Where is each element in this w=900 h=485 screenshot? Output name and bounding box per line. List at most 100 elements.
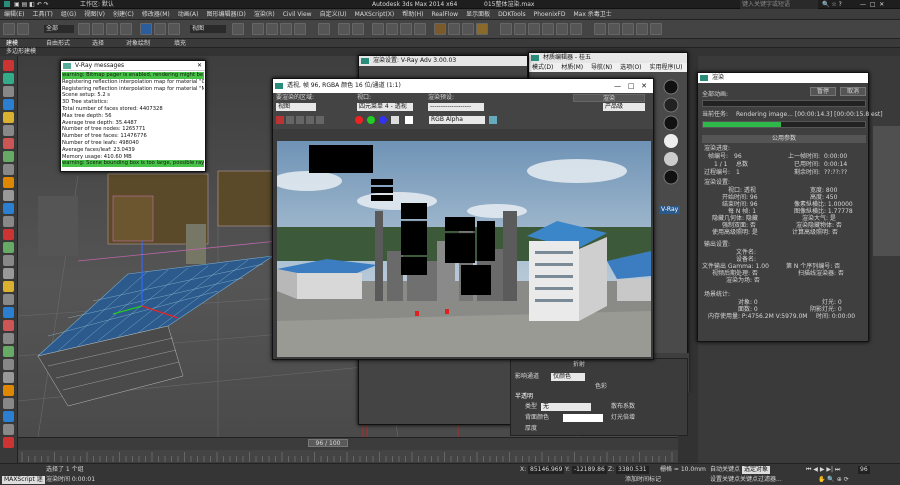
left-tool-icon[interactable]	[3, 398, 14, 409]
render-progress-window[interactable]: 渲染 暂停 取消 全部动画: 当前任务: Rendering image... …	[697, 72, 883, 342]
render-frame-icon[interactable]	[462, 23, 474, 35]
left-tool-icon[interactable]	[3, 125, 14, 136]
menu-item[interactable]: RealFlow	[427, 9, 462, 20]
redo-icon[interactable]	[17, 23, 29, 35]
toolbar-icon[interactable]	[636, 23, 648, 35]
app-logo-icon[interactable]	[4, 1, 10, 7]
cancel-button[interactable]: 取消	[840, 87, 866, 96]
toolbar-icon[interactable]	[556, 23, 568, 35]
selected-objects-dropdown[interactable]: 选定对象	[742, 466, 771, 474]
set-key-label[interactable]: 设置关键点	[710, 476, 740, 484]
curve-editor-icon[interactable]	[400, 23, 412, 35]
align-icon[interactable]	[352, 23, 364, 35]
toolbar-icon[interactable]	[500, 23, 512, 35]
print-icon[interactable]	[306, 116, 314, 124]
select-by-name-icon[interactable]	[92, 23, 104, 35]
left-tool-icon[interactable]	[3, 320, 14, 331]
blue-channel-icon[interactable]	[379, 116, 387, 124]
track-bar[interactable]	[18, 450, 678, 462]
menu-item[interactable]: 修改器(M)	[138, 9, 174, 20]
menu-item[interactable]: 视图(V)	[80, 9, 109, 20]
playback-controls[interactable]: ⏮ ◀ ▶ ▶| ⏭	[806, 466, 840, 474]
left-tool-icon[interactable]	[3, 86, 14, 97]
left-tool-icon[interactable]	[3, 60, 14, 71]
mat-menu-material[interactable]: 材质(M)	[558, 64, 586, 71]
ref-coord-dropdown[interactable]: 视图	[190, 25, 226, 33]
clear-icon[interactable]	[316, 116, 324, 124]
vray-messages-window[interactable]: V-Ray messages ✕ warning: Bitmap pager i…	[60, 60, 206, 172]
left-tool-icon[interactable]	[3, 346, 14, 357]
ribbon-tab-freeform[interactable]: 自由形式	[46, 39, 70, 48]
left-tool-icon[interactable]	[3, 242, 14, 253]
left-tool-icon[interactable]	[3, 99, 14, 110]
copy-image-icon[interactable]	[286, 116, 294, 124]
x-coord[interactable]: 85146.969	[528, 466, 565, 474]
render-frame-titlebar[interactable]: 透视, 帧 96, RGBA 颜色 16 位/通道 (1:1) — □ ✕	[273, 79, 653, 93]
green-channel-icon[interactable]	[367, 116, 375, 124]
menu-item[interactable]: 自定义(U)	[316, 9, 351, 20]
close-icon[interactable]: ✕	[197, 61, 202, 71]
ribbon-tab-object-paint[interactable]: 对象绘制	[126, 39, 150, 48]
z-coord[interactable]: 3380.531	[616, 466, 649, 474]
angle-snap-icon[interactable]	[266, 23, 278, 35]
render-button[interactable]: 渲染	[573, 94, 645, 102]
menu-item[interactable]: PhoenixFD	[530, 9, 570, 20]
render-frame-window[interactable]: 透视, 帧 96, RGBA 颜色 16 位/通道 (1:1) — □ ✕ 要渲…	[272, 78, 654, 360]
left-tool-icon[interactable]	[3, 281, 14, 292]
window-controls[interactable]: — □ ✕	[614, 79, 647, 93]
move-icon[interactable]	[140, 23, 152, 35]
type-dropdown[interactable]: 无	[541, 403, 591, 411]
left-tool-icon[interactable]	[3, 112, 14, 123]
render-progress-titlebar[interactable]: 渲染	[698, 73, 868, 83]
menu-item[interactable]: 创建(C)	[109, 9, 138, 20]
ribbon-tab-modeling[interactable]: 建模	[6, 39, 18, 48]
left-tool-icon[interactable]	[3, 151, 14, 162]
left-tool-icon[interactable]	[3, 437, 14, 448]
toolbar-icon[interactable]	[608, 23, 620, 35]
menu-item[interactable]: DDKTools	[494, 9, 530, 20]
pivot-icon[interactable]	[232, 23, 244, 35]
mat-menu-utils[interactable]: 实用程序(U)	[646, 64, 685, 71]
material-editor-icon[interactable]	[434, 23, 446, 35]
toolbar-icon[interactable]	[542, 23, 554, 35]
color-swatch[interactable]	[405, 116, 413, 124]
left-tool-icon[interactable]	[3, 359, 14, 370]
material-editor-titlebar[interactable]: 材质编辑器 - 桂五	[529, 53, 687, 63]
timeline[interactable]: 96 / 100	[18, 437, 678, 463]
nav-controls[interactable]: ✋ 🔍 ⊕ ⟳	[818, 476, 849, 484]
undo-icon[interactable]	[3, 23, 15, 35]
menu-item[interactable]: 编辑(E)	[0, 9, 28, 20]
mat-menu-nav[interactable]: 导航(N)	[588, 64, 615, 71]
toolbar-icon[interactable]	[622, 23, 634, 35]
render-frame-scroll[interactable]	[649, 79, 655, 361]
vray-message-log[interactable]: warning: Bitmap pager is enabled, render…	[61, 71, 205, 171]
key-filters-button[interactable]: 关键点过滤器...	[740, 476, 782, 484]
toolbar-icon[interactable]	[594, 23, 606, 35]
channel-display-icon[interactable]	[489, 116, 497, 124]
menu-item[interactable]: Civil View	[279, 9, 316, 20]
rendered-image[interactable]	[277, 141, 651, 357]
render-setup-titlebar[interactable]: 渲染设置: V-Ray Adv 3.00.03	[359, 56, 527, 66]
select-icon[interactable]	[78, 23, 90, 35]
left-tool-icon[interactable]	[3, 138, 14, 149]
layer-icon[interactable]	[372, 23, 384, 35]
toolbar-icon[interactable]	[570, 23, 582, 35]
left-tool-icon[interactable]	[3, 268, 14, 279]
channel-dropdown[interactable]: RGB Alpha	[429, 116, 485, 124]
menu-item[interactable]: 渲染(R)	[250, 9, 279, 20]
left-tool-icon[interactable]	[3, 216, 14, 227]
selection-filter[interactable]: 全部	[44, 25, 74, 33]
left-tool-icon[interactable]	[3, 385, 14, 396]
left-tool-icon[interactable]	[3, 73, 14, 84]
vray-messages-titlebar[interactable]: V-Ray messages ✕	[61, 61, 205, 71]
named-selection-icon[interactable]	[318, 23, 330, 35]
alpha-channel-icon[interactable]	[391, 116, 399, 124]
y-coord[interactable]: -12189.86	[572, 466, 607, 474]
left-tool-icon[interactable]	[3, 164, 14, 175]
percent-snap-icon[interactable]	[280, 23, 292, 35]
add-time-tag[interactable]: 添加时间标记	[625, 476, 661, 484]
maxscript-listener[interactable]: MAXScript 迷	[2, 476, 45, 484]
help-icons[interactable]: 🔍 ☆ ?	[822, 0, 842, 9]
menu-item[interactable]: Max 杀毒卫士	[569, 9, 615, 20]
render-setup-icon[interactable]	[448, 23, 460, 35]
